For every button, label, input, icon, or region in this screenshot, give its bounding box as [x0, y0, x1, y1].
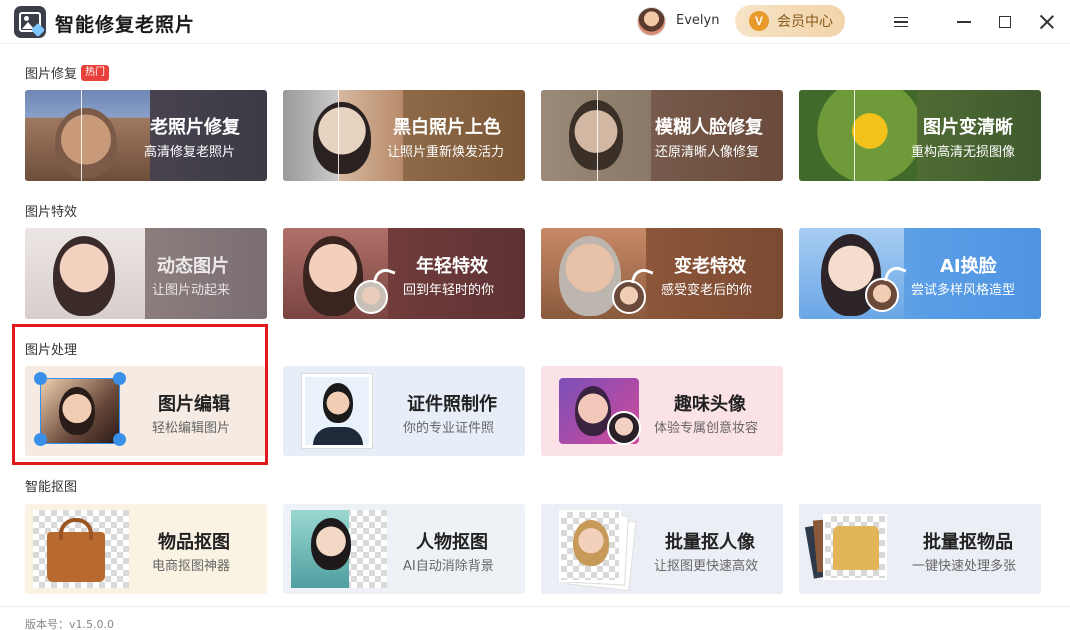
- card-title: 物品抠图: [158, 532, 230, 553]
- card-animated-photo[interactable]: 动态图片 让图片动起来: [25, 228, 267, 319]
- app-title: 智能修复老照片: [55, 14, 196, 36]
- card-title: 证件照制作: [407, 394, 497, 415]
- card-subtitle: AI自动消除背景: [403, 559, 494, 574]
- section-title: 图片特效: [25, 205, 78, 220]
- close-button[interactable]: [1033, 8, 1061, 36]
- batch-object-image: [823, 514, 887, 580]
- card-colorize-bw[interactable]: 黑白照片上色 让照片重新焕发活力: [283, 90, 525, 181]
- section-label-smart-cutout: 智能抠图: [25, 476, 77, 495]
- before-thumbnail: [607, 411, 641, 445]
- vip-center-label: 会员中心: [777, 14, 833, 30]
- batch-person-image: [559, 510, 621, 582]
- card-image: [283, 90, 403, 181]
- card-id-photo[interactable]: 证件照制作 你的专业证件照: [283, 366, 525, 456]
- card-subtitle: 让图片动起来: [152, 283, 231, 298]
- card-title: 人物抠图: [416, 532, 488, 553]
- card-title: 年轻特效: [416, 256, 488, 277]
- version-label: 版本号：v1.5.0.0: [25, 618, 114, 630]
- username[interactable]: Evelyn: [676, 13, 719, 28]
- vip-icon: V: [749, 11, 769, 31]
- card-subtitle: 感受变老后的你: [661, 283, 753, 298]
- hot-badge: 热门: [81, 64, 110, 81]
- user-avatar[interactable]: [637, 7, 666, 36]
- card-title: 图片变清晰: [923, 117, 1013, 138]
- maximize-button[interactable]: [991, 8, 1019, 36]
- card-old-photo-repair[interactable]: 老照片修复 高清修复老照片: [25, 90, 267, 181]
- card-image: [25, 90, 150, 181]
- minimize-button[interactable]: [950, 8, 978, 36]
- card-title: 批量抠物品: [923, 532, 1013, 553]
- card-title: 老照片修复: [150, 117, 240, 138]
- section-title: 智能抠图: [25, 480, 78, 495]
- card-title: 趣味头像: [674, 394, 746, 415]
- card-aging-effect[interactable]: 变老特效 感受变老后的你: [541, 228, 783, 319]
- card-title: 变老特效: [674, 256, 746, 277]
- card-title: 动态图片: [157, 256, 229, 277]
- menu-button[interactable]: [887, 8, 915, 36]
- card-image: [541, 90, 651, 181]
- card-subtitle: 电商抠图神器: [152, 559, 231, 574]
- card-object-cutout[interactable]: 物品抠图 电商抠图神器: [25, 504, 267, 594]
- card-image: [799, 90, 917, 181]
- minimize-icon: [957, 21, 971, 23]
- card-title: 黑白照片上色: [393, 117, 501, 138]
- card-subtitle: 回到年轻时的你: [403, 283, 495, 298]
- card-batch-person-cutout[interactable]: 批量抠人像 让抠图更快速高效: [541, 504, 783, 594]
- card-ai-face-swap[interactable]: AI换脸 尝试多样风格造型: [799, 228, 1041, 319]
- menu-icon: [894, 14, 908, 31]
- card-fun-avatar[interactable]: 趣味头像 体验专属创意妆容: [541, 366, 783, 456]
- card-subtitle: 一键快速处理多张: [912, 559, 1017, 574]
- app-logo-icon: [14, 6, 46, 38]
- title-bar: 智能修复老照片 Evelyn V 会员中心: [0, 0, 1070, 44]
- card-title: AI换脸: [940, 256, 997, 277]
- person-cutout-image: [291, 510, 387, 588]
- section-label-photo-effects: 图片特效: [25, 201, 77, 220]
- card-subtitle: 还原清晰人像修复: [655, 145, 760, 160]
- card-enhance-clarity[interactable]: 图片变清晰 重构高清无损图像: [799, 90, 1041, 181]
- highlight-box: [12, 324, 268, 465]
- card-blurry-face-repair[interactable]: 模糊人脸修复 还原清晰人像修复: [541, 90, 783, 181]
- section-title: 图片修复: [25, 67, 78, 82]
- card-subtitle: 你的专业证件照: [403, 421, 495, 436]
- footer: 版本号：v1.5.0.0: [0, 606, 1070, 630]
- card-title: 批量抠人像: [665, 532, 755, 553]
- card-subtitle: 重构高清无损图像: [911, 145, 1016, 160]
- card-subtitle: 让抠图更快速高效: [654, 559, 759, 574]
- card-subtitle: 体验专属创意妆容: [654, 421, 759, 436]
- section-label-photo-repair: 图片修复 热门: [25, 63, 110, 82]
- object-cutout-image: [33, 510, 129, 588]
- maximize-icon: [999, 16, 1011, 28]
- close-icon: [1040, 15, 1054, 29]
- card-title: 模糊人脸修复: [655, 117, 763, 138]
- card-subtitle: 让照片重新焕发活力: [387, 145, 505, 160]
- card-young-effect[interactable]: 年轻特效 回到年轻时的你: [283, 228, 525, 319]
- card-subtitle: 高清修复老照片: [144, 145, 236, 160]
- card-image: [25, 228, 145, 319]
- card-person-cutout[interactable]: 人物抠图 AI自动消除背景: [283, 504, 525, 594]
- vip-center-button[interactable]: V 会员中心: [735, 5, 845, 37]
- card-batch-object-cutout[interactable]: 批量抠物品 一键快速处理多张: [799, 504, 1041, 594]
- id-photo-image: [301, 373, 373, 449]
- card-subtitle: 尝试多样风格造型: [911, 283, 1016, 298]
